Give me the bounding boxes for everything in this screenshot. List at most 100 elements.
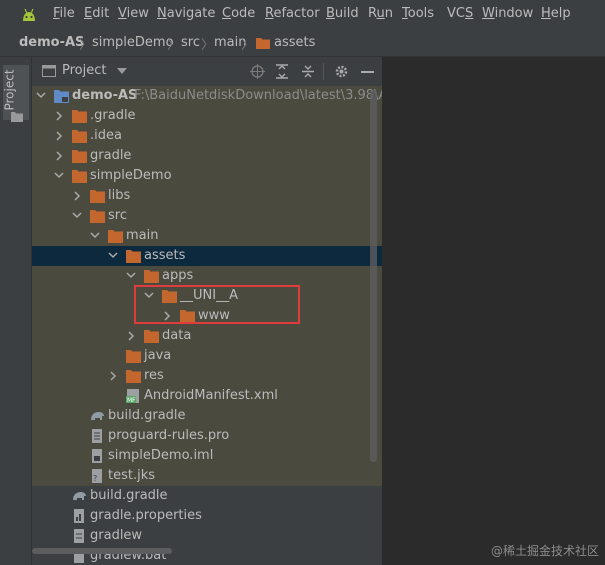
- folder-icon: [144, 270, 159, 283]
- chevron-right-icon: 〉: [79, 38, 93, 53]
- menu-view[interactable]: View: [118, 6, 149, 21]
- chevron-right-icon[interactable]: [53, 129, 65, 143]
- keystore-file-icon: ?: [92, 469, 102, 483]
- chevron-right-icon[interactable]: [53, 149, 65, 163]
- tree-row-gradle[interactable]: gradle: [32, 146, 382, 166]
- project-tab-label: Project: [2, 69, 17, 111]
- tree-label: gradle.properties: [90, 508, 202, 523]
- tree-row-jks[interactable]: ? test.jks: [32, 466, 382, 486]
- expand-all-icon[interactable]: [275, 64, 289, 79]
- collapse-all-icon[interactable]: [301, 64, 315, 79]
- tree-row-assets[interactable]: assets: [32, 246, 382, 266]
- tree-row-res[interactable]: res: [32, 366, 382, 386]
- highlight-annotation-box: [134, 285, 300, 324]
- tree-label: assets: [144, 248, 186, 263]
- breadcrumb-assets[interactable]: assets: [274, 35, 315, 50]
- chevron-down-icon[interactable]: [71, 209, 83, 223]
- tree-label: src: [108, 208, 127, 223]
- tree-label: demo-AS: [72, 88, 138, 103]
- crosshair-icon[interactable]: [250, 64, 265, 79]
- chevron-down-icon[interactable]: [125, 269, 137, 283]
- tree-row-build-gradle-root[interactable]: build.gradle: [32, 486, 382, 506]
- tree-row-data[interactable]: data: [32, 326, 382, 346]
- chevron-right-icon[interactable]: [125, 329, 137, 343]
- tree-row-demo-as[interactable]: demo-AS F:\BaiduNetdiskDownload\latest\3…: [32, 86, 382, 106]
- tree-label: res: [144, 368, 164, 383]
- tree-row-simpledemo[interactable]: simpleDemo: [32, 166, 382, 186]
- svg-text:?: ?: [93, 474, 97, 483]
- manifest-file-icon: MF: [126, 389, 139, 403]
- horizontal-scrollbar[interactable]: [32, 548, 172, 554]
- tree-label: libs: [108, 188, 131, 203]
- menu-run[interactable]: Run: [368, 6, 393, 21]
- menu-refactor[interactable]: Refactor: [265, 6, 320, 21]
- minimize-icon[interactable]: [361, 71, 374, 73]
- project-view-icon: [42, 65, 56, 77]
- chevron-down-icon[interactable]: [89, 229, 101, 243]
- tree-row-src[interactable]: src: [32, 206, 382, 226]
- menu-file[interactable]: File: [53, 6, 75, 21]
- chevron-right-icon[interactable]: [107, 369, 119, 383]
- breadcrumb-src[interactable]: src: [181, 35, 200, 50]
- tool-window-strip: Project: [0, 57, 32, 565]
- tree-label: main: [126, 228, 159, 243]
- tree-row-manifest[interactable]: MF AndroidManifest.xml: [32, 386, 382, 406]
- folder-icon: [108, 230, 123, 243]
- text-file-icon: [92, 429, 102, 443]
- tree-label: AndroidManifest.xml: [144, 388, 278, 403]
- android-logo-icon: [23, 8, 35, 21]
- editor-area[interactable]: [383, 57, 605, 565]
- tree-row-main[interactable]: main: [32, 226, 382, 246]
- menu-tools[interactable]: Tools: [402, 6, 434, 21]
- module-folder-icon: [54, 90, 69, 103]
- menu-window[interactable]: Window: [482, 6, 533, 21]
- toolbar-divider: [323, 63, 324, 80]
- breadcrumb-project[interactable]: demo-AS: [19, 35, 84, 50]
- menu-code[interactable]: Code: [222, 6, 255, 21]
- tree-row-idea[interactable]: .idea: [32, 126, 382, 146]
- chevron-right-icon: 〉: [201, 38, 215, 53]
- tree-row-apps[interactable]: apps: [32, 266, 382, 286]
- menu-navigate[interactable]: Navigate: [157, 6, 215, 21]
- tree-row-iml[interactable]: simpleDemo.iml: [32, 446, 382, 466]
- svg-text:MF: MF: [127, 397, 136, 403]
- tree-label: .gradle: [90, 108, 136, 123]
- tree-label: apps: [162, 268, 194, 283]
- gear-icon[interactable]: [334, 64, 349, 79]
- folder-icon: [72, 170, 87, 183]
- gradle-elephant-icon: [91, 412, 104, 420]
- tree-row-gradlew[interactable]: gradlew: [32, 526, 382, 546]
- folder-icon: [90, 190, 105, 203]
- project-path-label: F:\BaiduNetdiskDownload\latest\3.98\Andr: [134, 88, 382, 103]
- project-view-selector[interactable]: Project: [62, 63, 106, 78]
- menu-help[interactable]: Help: [541, 6, 571, 21]
- chevron-down-icon[interactable]: [107, 249, 119, 263]
- tree-row-libs[interactable]: libs: [32, 186, 382, 206]
- tree-label: .idea: [90, 128, 122, 143]
- chevron-down-icon[interactable]: [53, 169, 65, 183]
- chevron-down-icon[interactable]: [117, 68, 127, 74]
- chevron-right-icon[interactable]: [71, 189, 83, 203]
- chevron-right-icon[interactable]: [53, 109, 65, 123]
- folder-icon: [72, 150, 87, 163]
- tree-label: gradle: [90, 148, 132, 163]
- tree-row-proguard[interactable]: proguard-rules.pro: [32, 426, 382, 446]
- menu-build[interactable]: Build: [326, 6, 359, 21]
- tree-label: build.gradle: [90, 488, 168, 503]
- watermark: @稀土掘金技术社区: [490, 544, 599, 558]
- tree-label: test.jks: [108, 468, 156, 483]
- vertical-scrollbar[interactable]: [370, 90, 377, 462]
- menu-edit[interactable]: Edit: [84, 6, 109, 21]
- breadcrumb-module[interactable]: simpleDemo: [92, 35, 174, 50]
- breadcrumb: demo-AS 〉 simpleDemo 〉 src 〉 main 〉 asse…: [0, 31, 605, 57]
- tree-label: data: [162, 328, 192, 343]
- tree-row-build-gradle-module[interactable]: build.gradle: [32, 406, 382, 426]
- tree-row-gradle-properties[interactable]: gradle.properties: [32, 506, 382, 526]
- folder-icon: [126, 350, 141, 363]
- folder-icon: [126, 250, 141, 263]
- menu-vcs[interactable]: VCS: [447, 6, 473, 21]
- chevron-down-icon[interactable]: [35, 89, 47, 103]
- folder-icon: [126, 370, 141, 383]
- tree-row-java[interactable]: java: [32, 346, 382, 366]
- tree-row-gradle-dir[interactable]: .gradle: [32, 106, 382, 126]
